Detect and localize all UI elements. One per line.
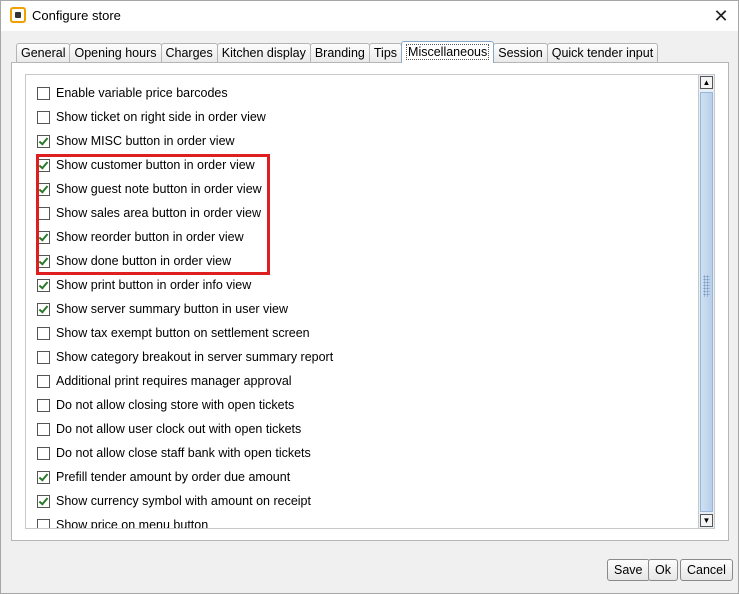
option-label: Do not allow closing store with open tic…: [56, 398, 295, 412]
grip-icon: [703, 275, 710, 297]
tab-label: Session: [498, 46, 543, 60]
option-checkbox[interactable]: [37, 446, 50, 460]
option-row[interactable]: Show done button in order view: [37, 251, 231, 271]
option-checkbox[interactable]: [37, 278, 50, 292]
close-icon: ✕: [713, 5, 729, 26]
tab-label: Quick tender input: [551, 46, 654, 60]
miscellaneous-panel: Enable variable price barcodes Show ticke…: [11, 62, 729, 541]
option-row[interactable]: Show sales area button in order view: [37, 203, 261, 223]
option-row[interactable]: Show server summary button in user view: [37, 299, 288, 319]
option-label: Show customer button in order view: [56, 158, 255, 172]
tab-branding[interactable]: Branding: [309, 43, 370, 63]
save-button[interactable]: Save: [607, 559, 650, 581]
option-checkbox[interactable]: [37, 470, 50, 484]
option-checkbox[interactable]: [37, 230, 50, 244]
tab-label: General: [21, 46, 66, 60]
option-checkbox[interactable]: [37, 350, 50, 364]
tab-strip: General Opening hours Charges Kitchen displ…: [16, 41, 659, 63]
option-checkbox[interactable]: [37, 86, 50, 100]
scrollbar-thumb[interactable]: [700, 92, 713, 512]
option-row[interactable]: Show price on menu button: [37, 515, 209, 529]
option-checkbox[interactable]: [37, 518, 50, 528]
option-label: Show guest note button in order view: [56, 182, 262, 196]
option-row[interactable]: Show customer button in order view: [37, 155, 255, 175]
tab-general[interactable]: General: [16, 43, 71, 63]
option-row[interactable]: Show reorder button in order view: [37, 227, 244, 247]
tab-session[interactable]: Session: [493, 43, 548, 63]
cancel-button[interactable]: Cancel: [680, 559, 733, 581]
option-row[interactable]: Additional print requires manager approv…: [37, 371, 292, 391]
tab-label: Kitchen display: [221, 46, 306, 60]
option-checkbox[interactable]: [37, 374, 50, 388]
configure-store-window: Configure store ✕ General Opening hours Ch…: [0, 0, 739, 594]
scroll-up-button[interactable]: ▲: [700, 76, 713, 89]
option-checkbox[interactable]: [37, 254, 50, 268]
option-label: Show category breakout in server summary…: [56, 350, 334, 364]
option-label: Show currency symbol with amount on rece…: [56, 494, 311, 508]
option-row[interactable]: Show print button in order info view: [37, 275, 251, 295]
option-row[interactable]: Do not allow close staff bank with open …: [37, 443, 311, 463]
option-label: Show print button in order info view: [56, 278, 252, 292]
tab-kitchen-display[interactable]: Kitchen display: [216, 43, 311, 63]
option-row[interactable]: Enable variable price barcodes: [37, 83, 228, 103]
scroll-down-button[interactable]: ▼: [700, 514, 713, 527]
title-bar: Configure store ✕: [1, 1, 738, 31]
tab-label: Tips: [373, 46, 398, 60]
tab-label: Opening hours: [74, 46, 157, 60]
option-row[interactable]: Show currency symbol with amount on rece…: [37, 491, 311, 511]
arrow-up-icon: ▲: [702, 78, 711, 87]
option-label: Do not allow user clock out with open ti…: [56, 422, 302, 436]
option-checkbox[interactable]: [37, 158, 50, 172]
tab-tips[interactable]: Tips: [368, 43, 403, 63]
option-row[interactable]: Show MISC button in order view: [37, 131, 235, 151]
option-checkbox[interactable]: [37, 302, 50, 316]
vertical-scrollbar[interactable]: ▲ ▼: [698, 74, 715, 529]
option-row[interactable]: Prefill tender amount by order due amoun…: [37, 467, 290, 487]
option-checkbox[interactable]: [37, 398, 50, 412]
tab-quick-tender-input[interactable]: Quick tender input: [546, 43, 659, 63]
tab-charges[interactable]: Charges: [160, 43, 218, 63]
option-label: Show MISC button in order view: [56, 134, 235, 148]
option-label: Show server summary button in user view: [56, 302, 289, 316]
option-label: Show tax exempt button on settlement scr…: [56, 326, 310, 340]
tab-label: Charges: [165, 46, 213, 60]
option-row[interactable]: Do not allow closing store with open tic…: [37, 395, 294, 415]
option-checkbox[interactable]: [37, 422, 50, 436]
option-checkbox[interactable]: [37, 326, 50, 340]
tab-label: Branding: [314, 46, 365, 60]
option-checkbox[interactable]: [37, 206, 50, 220]
option-row[interactable]: Show guest note button in order view: [37, 179, 262, 199]
option-row[interactable]: Do not allow user clock out with open ti…: [37, 419, 301, 439]
option-label: Do not allow close staff bank with open …: [56, 446, 311, 460]
option-checkbox[interactable]: [37, 182, 50, 196]
option-row[interactable]: Show ticket on right side in order view: [37, 107, 266, 127]
option-label: Show done button in order view: [56, 254, 232, 268]
ok-button[interactable]: Ok: [648, 559, 678, 581]
tab-label: Miscellaneous: [406, 44, 490, 60]
options-list: Enable variable price barcodes Show ticke…: [25, 74, 711, 529]
tab-miscellaneous[interactable]: Miscellaneous: [401, 41, 495, 63]
tab-opening-hours[interactable]: Opening hours: [69, 43, 162, 63]
option-label: Show price on menu button: [56, 518, 209, 529]
option-row[interactable]: Show category breakout in server summary…: [37, 347, 333, 367]
option-row[interactable]: Show tax exempt button on settlement scr…: [37, 323, 310, 343]
close-button[interactable]: ✕: [707, 3, 735, 29]
option-checkbox[interactable]: [37, 494, 50, 508]
option-checkbox[interactable]: [37, 134, 50, 148]
option-label: Prefill tender amount by order due amoun…: [56, 470, 291, 484]
option-label: Enable variable price barcodes: [56, 86, 228, 100]
option-label: Show sales area button in order view: [56, 206, 261, 220]
option-label: Show ticket on right side in order view: [56, 110, 266, 124]
arrow-down-icon: ▼: [702, 516, 711, 525]
option-label: Additional print requires manager approv…: [56, 374, 292, 388]
app-icon: [10, 7, 26, 23]
window-title: Configure store: [32, 8, 121, 23]
option-label: Show reorder button in order view: [56, 230, 244, 244]
option-checkbox[interactable]: [37, 110, 50, 124]
